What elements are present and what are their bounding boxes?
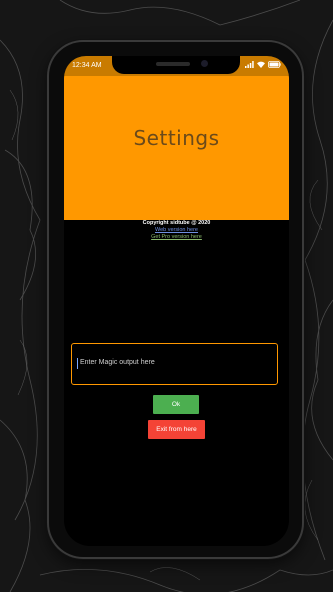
status-time: 12:34 AM xyxy=(72,62,102,69)
pro-version-link[interactable]: Get Pro version here xyxy=(64,234,289,240)
magic-output-input[interactable]: Enter Magic output here xyxy=(71,343,278,385)
page-title: Settings xyxy=(133,126,220,150)
settings-header: Settings xyxy=(64,76,289,220)
ok-button[interactable]: Ok xyxy=(153,395,199,414)
speaker-grille xyxy=(156,62,190,66)
phone-screen: 12:34 AM Settings Copyright sidtube @ 20… xyxy=(64,56,289,546)
signal-icon xyxy=(245,61,254,68)
magic-output-placeholder: Enter Magic output here xyxy=(80,359,155,366)
front-camera xyxy=(201,60,208,67)
camera-notch xyxy=(112,56,240,74)
copyright-text: Copyright sidtube @ 2020 xyxy=(142,220,211,226)
wifi-icon xyxy=(257,61,265,68)
web-version-link[interactable]: Web version here xyxy=(64,227,289,233)
text-caret xyxy=(77,358,78,369)
status-bar: 12:34 AM xyxy=(64,56,289,76)
battery-icon xyxy=(268,61,281,68)
exit-button[interactable]: Exit from here xyxy=(148,420,205,439)
status-icons xyxy=(245,61,281,68)
